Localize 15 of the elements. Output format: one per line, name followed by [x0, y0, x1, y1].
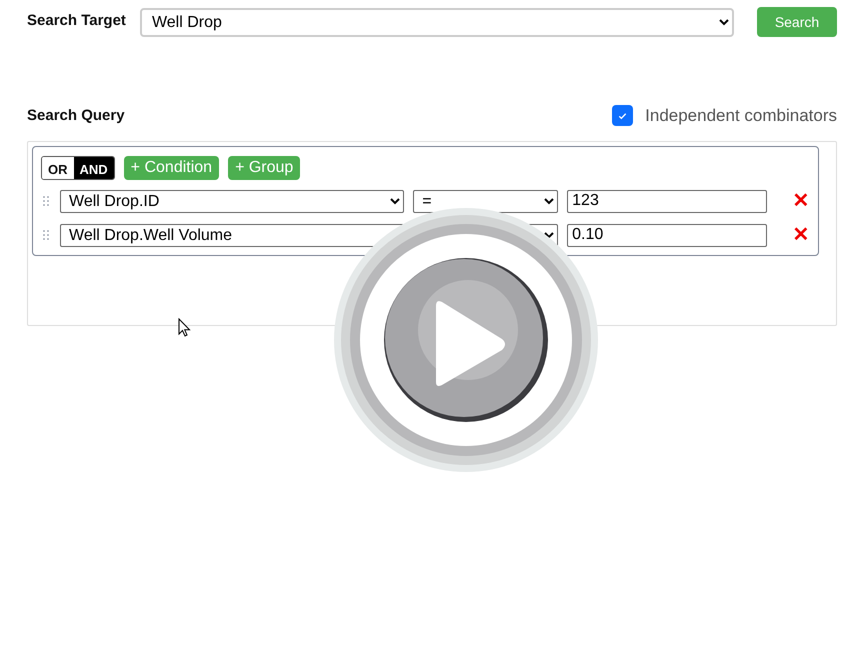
- search-target-label: Search Target: [27, 11, 126, 31]
- drag-handle-icon[interactable]: [43, 230, 49, 240]
- checkbox-label: Independent combinators: [645, 105, 837, 127]
- combinator-toggle[interactable]: AND: [74, 156, 114, 178]
- drag-handle-icon[interactable]: [43, 196, 49, 206]
- mouse-cursor-icon: [178, 318, 191, 338]
- search-target-select[interactable]: Well Drop: [140, 8, 734, 37]
- search-query-label: Search Query: [27, 106, 125, 126]
- field-select[interactable]: Well Drop.ID: [60, 190, 404, 212]
- value-input[interactable]: 0.10: [567, 224, 768, 246]
- operator-select[interactable]: =: [413, 190, 558, 212]
- remove-button[interactable]: ✕: [792, 191, 810, 211]
- checkbox[interactable]: [612, 105, 634, 126]
- remove-button[interactable]: ✕: [792, 225, 810, 245]
- value-input[interactable]: 123: [567, 190, 768, 212]
